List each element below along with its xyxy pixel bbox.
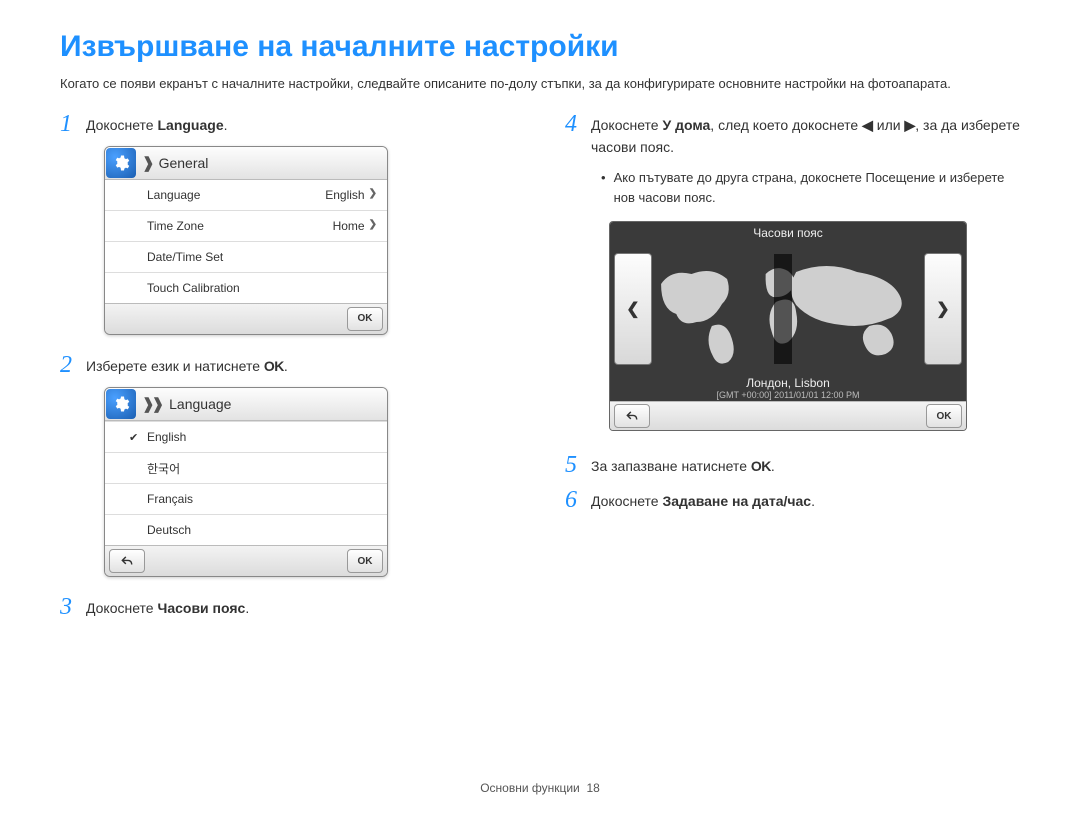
step-text: Изберете език и натиснете [86, 358, 264, 374]
timezone-gmt: [GMT +00:00] 2011/01/01 12:00 PM [610, 390, 966, 400]
step-6: 6 Докоснете Задаване на дата/час. [565, 488, 1020, 512]
step-bold: Language [157, 117, 223, 133]
step-number: 3 [60, 595, 86, 619]
step-4: 4 Докоснете У дома, след което докоснете… [565, 112, 1020, 159]
step-text: Докоснете [86, 117, 157, 133]
page-title: Извършване на началните настройки [60, 30, 1020, 64]
step-text: За запазване натиснете [591, 458, 751, 474]
menu-header: General [159, 155, 209, 171]
step-1: 1 Докоснете Language. [60, 112, 515, 136]
timezone-city: Лондон, Lisbon [610, 376, 966, 390]
map-next-button[interactable]: ❯ [924, 253, 962, 365]
menu-row-timezone[interactable]: Time Zone Home❯ [105, 210, 387, 241]
menu-row-language[interactable]: Language English❯ [105, 180, 387, 210]
device-general-menu: ❱ General Language English❯ Time Zone Ho… [104, 146, 388, 335]
back-icon [120, 554, 134, 568]
step-bold: Задаване на дата/час [662, 493, 811, 509]
step-number: 4 [565, 112, 591, 159]
bullet-icon: • [601, 168, 606, 207]
chevron-right-icon: ❯ [369, 219, 377, 230]
chevron-right-icon: ❯ [936, 299, 949, 319]
ok-button[interactable]: OK [926, 404, 962, 428]
chevron-right-icon: ❱ [142, 154, 155, 172]
menu-header: Language [169, 396, 231, 412]
ok-icon: OK [264, 358, 284, 374]
double-chevron-right-icon: ❱❱ [142, 395, 161, 413]
ok-button[interactable]: OK [347, 307, 383, 331]
arrow-left-icon: ◀ [862, 117, 873, 133]
step-number: 2 [60, 353, 86, 377]
step-4-note: • Ако пътувате до друга страна, докоснет… [601, 168, 1020, 207]
menu-row-datetime[interactable]: Date/Time Set [105, 241, 387, 272]
language-option-english[interactable]: ✔ English [105, 421, 387, 452]
step-text: Докоснете [86, 600, 157, 616]
map-title: Часови пояс [610, 222, 966, 244]
step-3: 3 Докоснете Часови пояс. [60, 595, 515, 619]
page-footer: Основни функции 18 [0, 781, 1080, 795]
gear-icon [106, 148, 136, 178]
step-bold: Часови пояс [157, 600, 245, 616]
intro-text: Когато се появи екранът с началните наст… [60, 74, 1020, 94]
chevron-left-icon: ❮ [626, 299, 639, 319]
back-button[interactable] [109, 549, 145, 573]
chevron-right-icon: ❯ [369, 188, 377, 199]
language-option-french[interactable]: Français [105, 483, 387, 514]
step-number: 6 [565, 488, 591, 512]
step-number: 1 [60, 112, 86, 136]
map-prev-button[interactable]: ❮ [614, 253, 652, 365]
language-option-korean[interactable]: 한국어 [105, 452, 387, 483]
step-5: 5 За запазване натиснете OK. [565, 453, 1020, 477]
world-map [656, 254, 920, 364]
ok-button[interactable]: OK [347, 549, 383, 573]
selected-timezone-band [774, 254, 792, 364]
back-icon [625, 409, 639, 423]
device-timezone-map: Часови пояс ❮ [609, 221, 967, 431]
step-number: 5 [565, 453, 591, 477]
step-text: Докоснете [591, 493, 662, 509]
arrow-right-icon: ▶ [904, 117, 915, 133]
ok-icon: OK [751, 458, 771, 474]
gear-icon [106, 389, 136, 419]
step-2: 2 Изберете език и натиснете OK. [60, 353, 515, 377]
language-option-german[interactable]: Deutsch [105, 514, 387, 545]
device-language-menu: ❱❱ Language ✔ English 한국어 Français [104, 387, 388, 577]
check-icon: ✔ [129, 431, 143, 444]
menu-row-touch-calibration[interactable]: Touch Calibration [105, 272, 387, 303]
back-button[interactable] [614, 404, 650, 428]
